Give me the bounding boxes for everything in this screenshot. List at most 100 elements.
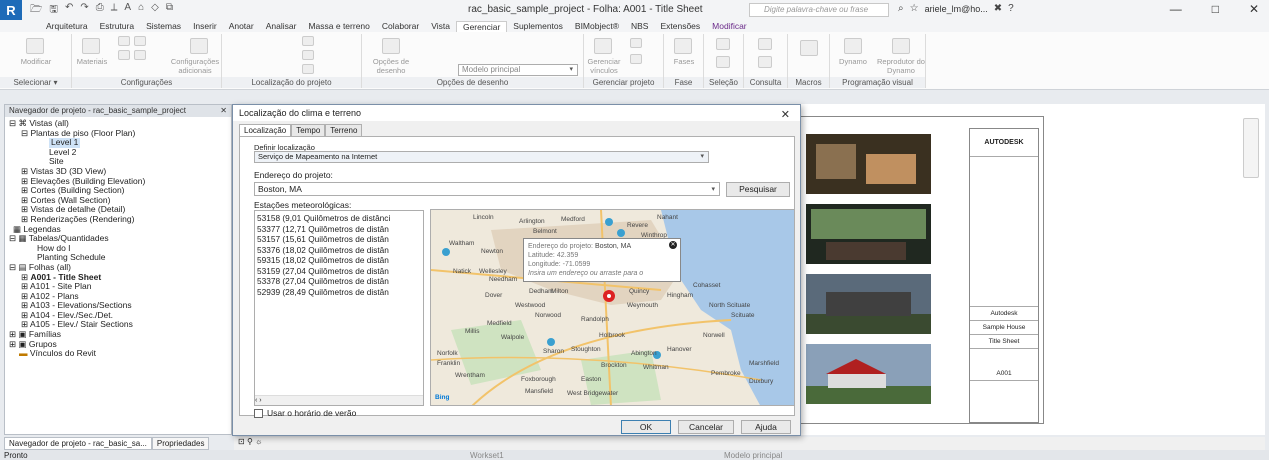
daylight-saving-checkbox[interactable]	[254, 408, 263, 418]
tab-estrutura[interactable]: Estrutura	[94, 21, 141, 31]
ok-button[interactable]: OK	[621, 420, 671, 434]
workset-selector[interactable]: Workset1	[470, 451, 504, 460]
list-item[interactable]: 53378 (27,04 Quilômetros de distân	[257, 276, 421, 287]
close-hidden-icon[interactable]: ⧉	[166, 2, 173, 19]
location-icon[interactable]	[302, 36, 314, 46]
project-info-icon[interactable]	[118, 50, 130, 60]
text-icon[interactable]: A	[124, 2, 131, 19]
main-model-dropdown[interactable]: Modelo principal ▾	[458, 64, 578, 76]
tab-vista[interactable]: Vista	[425, 21, 456, 31]
station-pin[interactable]	[617, 229, 625, 237]
design-option-selector[interactable]: Modelo principal	[724, 451, 782, 460]
maximize-button[interactable]: □	[1212, 2, 1219, 16]
search-button[interactable]: Pesquisar	[726, 182, 790, 197]
tab-modificar[interactable]: Modificar	[706, 21, 752, 31]
project-params-icon[interactable]	[134, 50, 146, 60]
open-icon[interactable]: 🗁	[30, 2, 42, 19]
station-pin[interactable]	[605, 218, 613, 226]
object-styles-icon[interactable]	[118, 36, 130, 46]
warnings-icon[interactable]	[758, 56, 772, 68]
print-icon[interactable]: ⎙	[96, 2, 104, 19]
help-button[interactable]: ?	[1008, 3, 1014, 14]
tab-properties[interactable]: Propriedades	[151, 437, 210, 450]
tab-analisar[interactable]: Analisar	[260, 21, 303, 31]
tree-item[interactable]: Level 1	[9, 138, 227, 148]
select-save-icon[interactable]	[716, 38, 730, 50]
manage-links-icon[interactable]	[594, 38, 612, 54]
selecionar-dropdown[interactable]: Selecionar ▾	[0, 77, 71, 88]
define-location-dropdown[interactable]: Serviço de Mapeamento na Internet ▾	[254, 151, 709, 163]
measure-icon[interactable]: ⟂	[111, 2, 118, 19]
binoculars-icon[interactable]: ⌕	[898, 3, 904, 14]
materials-icon[interactable]	[82, 38, 100, 54]
scale-icon[interactable]: ⊡	[238, 437, 245, 446]
tab-localizacao[interactable]: Localização	[239, 124, 292, 136]
station-pin[interactable]	[547, 338, 555, 346]
starting-view-icon[interactable]	[630, 38, 642, 48]
dynamo-icon[interactable]	[844, 38, 862, 54]
help-dialog-button[interactable]: Ajuda	[741, 420, 791, 434]
position-icon[interactable]	[302, 64, 314, 74]
list-item[interactable]: 52939 (28,49 Quilômetros de distân	[257, 287, 421, 298]
list-item[interactable]: 53157 (15,61 Quilômetros de distân	[257, 234, 421, 245]
macro-icon[interactable]	[800, 40, 818, 56]
location-map[interactable]: Lincoln Arlington Medford Revere Nahant …	[430, 209, 795, 406]
list-item[interactable]: 53159 (27,04 Quilômetros de distân	[257, 266, 421, 277]
save-icon[interactable]: 🖫	[49, 2, 58, 19]
close-button[interactable]: ✕	[1249, 2, 1259, 16]
design-options-icon[interactable]	[382, 38, 400, 54]
exchange-icon[interactable]: ✖	[994, 3, 1002, 14]
daylight-saving-row[interactable]: Usar o horário de verão	[254, 408, 356, 418]
tab-arquitetura[interactable]: Arquitetura	[40, 21, 94, 31]
3d-view-icon[interactable]: ⌂	[138, 2, 144, 19]
tab-tempo[interactable]: Tempo	[291, 124, 326, 136]
manage-images-icon[interactable]	[630, 54, 642, 64]
modify-icon[interactable]	[26, 38, 44, 54]
close-icon[interactable]: ✕	[220, 106, 227, 116]
minimize-button[interactable]: —	[1170, 2, 1182, 16]
tab-bimobject[interactable]: BIMobject®	[569, 21, 625, 31]
select-load-icon[interactable]	[716, 56, 730, 68]
tree-item[interactable]: Level 2	[9, 147, 227, 158]
tab-extensoes[interactable]: Extensões	[654, 21, 706, 31]
tab-suplementos[interactable]: Suplementos	[507, 21, 569, 31]
cancel-button[interactable]: Cancelar	[678, 420, 734, 434]
dialog-close-button[interactable]: ✕	[781, 108, 790, 121]
station-pin[interactable]	[442, 248, 450, 256]
tab-nbs[interactable]: NBS	[625, 21, 654, 31]
tree-item[interactable]: ▬ Vínculos do Revit	[9, 348, 227, 359]
list-item[interactable]: 53377 (12,71 Quilômetros de distân	[257, 224, 421, 235]
visual-style-icon[interactable]: ⚲	[247, 437, 253, 446]
search-input[interactable]: Digite palavra-chave ou frase	[749, 3, 889, 17]
undo-icon[interactable]: ↶	[65, 2, 73, 19]
tree-item[interactable]: ⊟ Plantas de piso (Floor Plan)	[9, 128, 227, 139]
tab-massa[interactable]: Massa e terreno	[302, 21, 375, 31]
snaps-icon[interactable]	[134, 36, 146, 46]
revit-logo-button[interactable]: R	[0, 0, 22, 20]
star-icon[interactable]: ☆	[910, 3, 919, 14]
ids-icon[interactable]	[758, 38, 772, 50]
redo-icon[interactable]: ↷	[80, 2, 88, 19]
list-item[interactable]: 53158 (9,01 Quilômetros de distânci	[257, 213, 421, 224]
list-item[interactable]: 59315 (18,02 Quilômetros de distân	[257, 255, 421, 266]
tab-inserir[interactable]: Inserir	[187, 21, 223, 31]
tab-gerenciar[interactable]: Gerenciar	[455, 20, 508, 32]
tab-colaborar[interactable]: Colaborar	[376, 21, 425, 31]
phases-icon[interactable]	[674, 38, 692, 54]
horizontal-scrollbar[interactable]: ‹ ›	[255, 395, 423, 405]
list-item[interactable]: 53376 (18,02 Quilômetros de distân	[257, 245, 421, 256]
tab-anotar[interactable]: Anotar	[223, 21, 260, 31]
address-input[interactable]: Boston, MA ▾	[254, 182, 720, 196]
dynamo-player-icon[interactable]	[892, 38, 910, 54]
section-icon[interactable]: ◇	[151, 2, 159, 19]
user-account[interactable]: ariele_lm@ho...	[925, 4, 988, 14]
sun-icon[interactable]: ☼	[255, 437, 262, 446]
additional-settings-icon[interactable]	[190, 38, 208, 54]
coordinates-icon[interactable]	[302, 50, 314, 60]
navigation-bar[interactable]	[1243, 118, 1259, 178]
tab-project-browser[interactable]: Navegador de projeto - rac_basic_sa...	[4, 437, 152, 450]
tab-terreno[interactable]: Terreno	[325, 124, 363, 136]
stations-list[interactable]: 53158 (9,01 Quilômetros de distânci 5337…	[254, 210, 424, 406]
popup-close-button[interactable]: ✕	[669, 241, 677, 249]
tab-sistemas[interactable]: Sistemas	[140, 21, 187, 31]
